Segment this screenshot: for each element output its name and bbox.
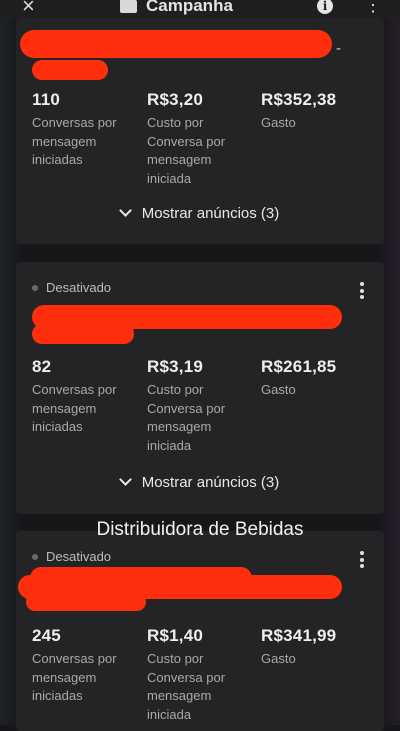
metric-value: 245 bbox=[32, 626, 61, 645]
metric-value: R$1,40 bbox=[147, 626, 204, 645]
metric-spend: R$352,38 Gasto bbox=[261, 90, 373, 133]
more-vert-icon[interactable] bbox=[360, 551, 364, 571]
redaction-mark bbox=[32, 60, 108, 80]
redaction-mark bbox=[32, 324, 134, 344]
chevron-down-icon bbox=[118, 204, 132, 217]
metric-spend: R$341,99 Gasto bbox=[261, 626, 373, 669]
metric-label: Gasto bbox=[261, 382, 296, 397]
overlay-caption: Distribuidora de Bebidas bbox=[96, 519, 304, 540]
status-badge: Desativado bbox=[32, 549, 111, 564]
show-ads-button[interactable]: Mostrar anúncios (3) bbox=[16, 473, 384, 491]
metric-spend: R$261,85 Gasto bbox=[261, 357, 373, 400]
show-ads-button[interactable]: Mostrar anúncios (3) bbox=[16, 204, 384, 222]
campaign-card: Desativado 245 Conversas por mensagem in… bbox=[16, 531, 384, 731]
metric-label: Custo por Conversa por mensagem iniciada bbox=[147, 651, 226, 722]
metric-label: Conversas por mensagem iniciadas bbox=[32, 382, 117, 434]
metric-conversations: 82 Conversas por mensagem iniciadas bbox=[32, 357, 144, 437]
status-badge: Desativado bbox=[32, 280, 111, 295]
metric-conversations: 245 Conversas por mensagem iniciadas bbox=[32, 626, 144, 706]
metric-value: 82 bbox=[32, 357, 52, 376]
more-vert-icon[interactable] bbox=[360, 282, 364, 302]
metric-label: Gasto bbox=[261, 115, 296, 130]
metric-value: R$261,85 bbox=[261, 357, 337, 376]
metric-label: Conversas por mensagem iniciadas bbox=[32, 115, 117, 167]
metric-value: R$352,38 bbox=[261, 90, 337, 109]
metric-value: R$3,19 bbox=[147, 357, 204, 376]
campaign-card: - 110 Conversas por mensagem iniciadas R… bbox=[16, 18, 384, 244]
folder-icon bbox=[120, 0, 137, 13]
chevron-down-icon bbox=[118, 473, 132, 486]
campaign-name-fragment: - bbox=[336, 40, 341, 57]
metric-label: Gasto bbox=[261, 651, 296, 666]
redaction-mark bbox=[26, 593, 146, 611]
metric-cost-per-conversation: R$3,20 Custo por Conversa por mensagem i… bbox=[147, 90, 259, 188]
info-icon[interactable]: i bbox=[317, 0, 333, 14]
metric-label: Conversas por mensagem iniciadas bbox=[32, 651, 117, 703]
top-app-bar: × Campanha i ⋮ bbox=[0, 0, 400, 18]
page-title: Campanha bbox=[146, 0, 233, 15]
metric-cost-per-conversation: R$1,40 Custo por Conversa por mensagem i… bbox=[147, 626, 259, 724]
metric-value: 110 bbox=[32, 90, 61, 109]
status-dot-icon bbox=[32, 284, 38, 291]
metric-label: Custo por Conversa por mensagem iniciada bbox=[147, 115, 226, 186]
metric-cost-per-conversation: R$3,19 Custo por Conversa por mensagem i… bbox=[147, 357, 259, 455]
status-dot-icon bbox=[32, 553, 38, 560]
metric-value: R$3,20 bbox=[147, 90, 204, 109]
metric-value: R$341,99 bbox=[261, 626, 337, 645]
metric-label: Custo por Conversa por mensagem iniciada bbox=[147, 382, 226, 453]
close-icon[interactable]: × bbox=[22, 0, 35, 18]
metric-conversations: 110 Conversas por mensagem iniciadas bbox=[32, 90, 144, 170]
more-vert-icon[interactable]: ⋮ bbox=[364, 0, 382, 14]
redaction-mark bbox=[20, 30, 332, 58]
campaign-card: Desativado 82 Conversas por mensagem ini… bbox=[16, 262, 384, 514]
